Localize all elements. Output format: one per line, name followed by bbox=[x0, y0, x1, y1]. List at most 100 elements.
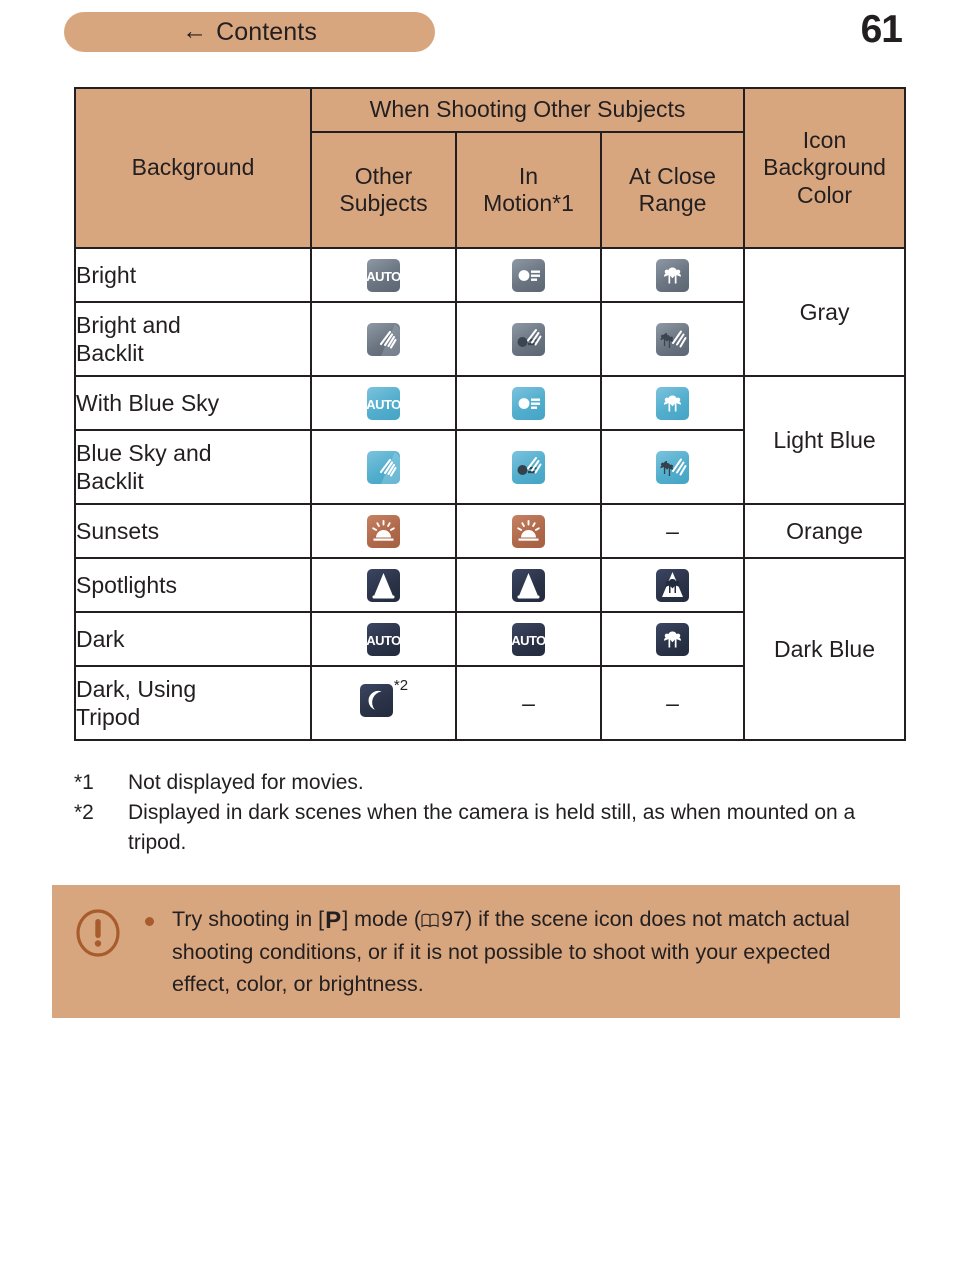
auto-icon: AUTO bbox=[367, 622, 400, 656]
caution-box: Try shooting in [P] mode (97) if the sce… bbox=[52, 885, 900, 1018]
header-icon-bg-line1: Icon bbox=[802, 127, 847, 154]
cell-bluesky-at-close-range bbox=[599, 375, 746, 431]
cell-bright-backlit-in-motion bbox=[455, 301, 602, 377]
table-row: Sunsets – Orange bbox=[74, 503, 907, 559]
color-cell-dark-blue: Dark Blue bbox=[743, 557, 907, 741]
header-in-motion: In Motion*1 bbox=[455, 131, 602, 249]
cell-sunsets-other-subjects bbox=[310, 503, 457, 559]
macro-icon bbox=[656, 386, 690, 420]
svg-text:AUTO: AUTO bbox=[367, 397, 400, 412]
cell-bright-at-close-range bbox=[599, 247, 746, 303]
spotlight-icon bbox=[512, 568, 545, 602]
page-header: ← Contents 61 bbox=[0, 0, 954, 62]
sunset-icon bbox=[367, 514, 400, 548]
contents-label: Contents bbox=[216, 17, 317, 46]
portrait-backlit-icon bbox=[512, 322, 545, 356]
table-row: Spotlights Dark Blue bbox=[74, 557, 907, 741]
cell-spotlights-at-close-range bbox=[599, 557, 746, 613]
caution-text-part1: Try shooting in [ bbox=[172, 907, 325, 931]
sunset-icon bbox=[512, 514, 545, 548]
color-cell-gray: Gray bbox=[743, 247, 907, 377]
auto-icon: AUTO bbox=[367, 386, 400, 420]
caution-page-ref: 97 bbox=[441, 907, 465, 931]
macro-backlit-icon bbox=[656, 322, 690, 356]
header-icon-background-color: Icon Background Color bbox=[743, 87, 907, 249]
svg-text:AUTO: AUTO bbox=[367, 269, 400, 284]
dash-placeholder: – bbox=[666, 689, 679, 716]
footnote-mark: *2 bbox=[74, 800, 94, 824]
row-label-dark: Dark bbox=[74, 611, 312, 667]
row-label-line2: Backlit bbox=[76, 468, 144, 494]
footnote-text: Displayed in dark scenes when the camera… bbox=[128, 800, 856, 854]
footnote-ref-2: *2 bbox=[393, 677, 409, 694]
bullet-dot bbox=[136, 903, 162, 1000]
portrait-motion-icon bbox=[512, 258, 545, 292]
caution-text: Try shooting in [P] mode (97) if the sce… bbox=[172, 903, 870, 1000]
header-in-motion-line1: In bbox=[518, 162, 539, 189]
header-other-subjects-line1: Other bbox=[354, 162, 413, 189]
row-label-bluesky-backlit: Blue Sky and Backlit bbox=[74, 429, 312, 505]
footnotes: *1 Not displayed for movies. *2 Displaye… bbox=[74, 768, 914, 857]
cell-bright-backlit-other-subjects bbox=[310, 301, 457, 377]
book-reference-icon bbox=[421, 905, 440, 928]
header-other-subjects-line2: Subjects bbox=[339, 190, 428, 216]
table-row: With Blue Sky AUTO Light Blue bbox=[74, 375, 907, 505]
row-label-line1: Dark, Using bbox=[76, 675, 197, 702]
color-cell-light-blue: Light Blue bbox=[743, 375, 907, 505]
cell-bluesky-in-motion bbox=[455, 375, 602, 431]
row-label-with-blue-sky: With Blue Sky bbox=[74, 375, 312, 431]
header-group-when-shooting: When Shooting Other Subjects bbox=[309, 87, 746, 133]
table-header-row-1: Background When Shooting Other Subjects … bbox=[74, 87, 907, 249]
row-label-line1: With Blue Sky bbox=[76, 389, 220, 416]
cell-bluesky-backlit-other-subjects bbox=[310, 429, 457, 505]
footnote-text: Not displayed for movies. bbox=[128, 771, 364, 794]
portrait-motion-icon bbox=[512, 386, 545, 420]
cell-dark-in-motion: AUTO bbox=[455, 611, 602, 667]
cell-bluesky-backlit-at-close-range bbox=[599, 429, 746, 505]
macro-icon bbox=[656, 622, 690, 656]
portrait-backlit-icon bbox=[512, 450, 545, 484]
row-label-bright-backlit: Bright and Backlit bbox=[74, 301, 312, 377]
p-mode-label: P bbox=[325, 907, 342, 934]
cell-dark-tripod-other-subjects: *2 bbox=[310, 665, 457, 741]
footnote-item: *1 Not displayed for movies. bbox=[74, 768, 914, 798]
cell-bluesky-other-subjects: AUTO bbox=[310, 375, 457, 431]
spotlight-icon bbox=[367, 568, 400, 602]
header-in-motion-line2: Motion*1 bbox=[483, 190, 574, 216]
row-label-dark-tripod: Dark, Using Tripod bbox=[74, 665, 312, 741]
row-label-bright: Bright bbox=[74, 247, 312, 303]
cell-dark-other-subjects: AUTO bbox=[310, 611, 457, 667]
color-cell-orange: Orange bbox=[743, 503, 907, 559]
cell-dark-at-close-range bbox=[599, 611, 746, 667]
spotlight-macro-icon bbox=[656, 568, 690, 602]
night-moon-icon bbox=[359, 684, 393, 717]
cell-bright-other-subjects: AUTO bbox=[310, 247, 457, 303]
caution-text-part2: ] mode ( bbox=[342, 907, 422, 931]
svg-text:AUTO: AUTO bbox=[512, 633, 545, 648]
header-icon-bg-line2: Background bbox=[763, 154, 886, 181]
scene-icon-table-wrap: Background When Shooting Other Subjects … bbox=[74, 87, 907, 741]
auto-icon: AUTO bbox=[512, 622, 545, 656]
footnote-mark: *1 bbox=[74, 771, 94, 794]
cell-spotlights-other-subjects bbox=[310, 557, 457, 613]
backlit-icon bbox=[367, 450, 400, 484]
row-label-line1: Bright and bbox=[76, 311, 181, 338]
cell-bright-backlit-at-close-range bbox=[599, 301, 746, 377]
header-at-close-range: At Close Range bbox=[599, 131, 746, 249]
svg-text:AUTO: AUTO bbox=[367, 633, 400, 648]
cell-dark-tripod-in-motion: – bbox=[455, 665, 602, 741]
contents-back-button[interactable]: ← Contents bbox=[64, 12, 435, 52]
backlit-icon bbox=[367, 322, 400, 356]
row-label-line1: Spotlights bbox=[76, 571, 178, 598]
header-at-close-line2: Range bbox=[638, 190, 707, 216]
dash-placeholder: – bbox=[522, 689, 535, 716]
scene-icon-table: Background When Shooting Other Subjects … bbox=[74, 87, 907, 741]
dash-placeholder: – bbox=[666, 517, 679, 544]
row-label-line1: Blue Sky and bbox=[76, 439, 212, 466]
cell-dark-tripod-at-close-range: – bbox=[599, 665, 746, 741]
cell-bright-in-motion bbox=[455, 247, 602, 303]
row-label-line1: Dark bbox=[76, 625, 125, 652]
macro-backlit-icon bbox=[656, 450, 690, 484]
macro-icon bbox=[656, 258, 690, 292]
row-label-line2: Backlit bbox=[76, 340, 144, 366]
